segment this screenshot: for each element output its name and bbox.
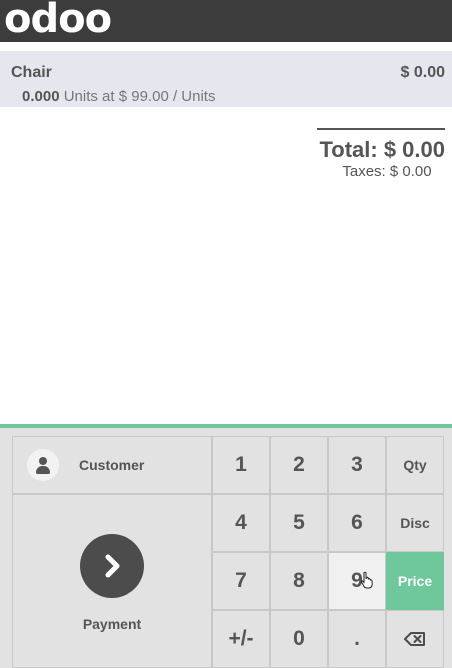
backspace-icon [404, 632, 425, 646]
numpad-key-4[interactable]: 4 [212, 494, 270, 552]
odoo-logo: odoo [4, 0, 112, 42]
line-info: 0.000 Units at $ 99.00 / Units [22, 88, 215, 105]
numpad-key-5[interactable]: 5 [270, 494, 328, 552]
order-summary: Total: $ 0.00 Taxes: $ 0.00 [317, 128, 445, 181]
mode-disc-button[interactable]: Disc [386, 494, 444, 552]
customer-label: Customer [79, 457, 145, 473]
order-total: Total: $ 0.00 [319, 137, 445, 162]
payment-label: Payment [82, 616, 142, 632]
numpad-key-0[interactable]: 0 [270, 610, 328, 668]
summary-divider [317, 128, 445, 130]
order-taxes: Taxes: $ 0.00 [342, 163, 432, 180]
order-container: Chair $ 0.00 0.000 Units at $ 99.00 / Un… [0, 42, 452, 424]
line-quantity: 0.000 [22, 88, 60, 105]
customer-button[interactable]: Customer [12, 436, 212, 494]
numpad-key-1[interactable]: 1 [212, 436, 270, 494]
chevron-right-icon [80, 534, 144, 598]
mode-price-button[interactable]: Price [386, 552, 444, 610]
line-unit-info: Units at $ 99.00 / Units [59, 88, 216, 105]
numpad-key-sign[interactable]: +/- [212, 610, 270, 668]
numpad-key-3[interactable]: 3 [328, 436, 386, 494]
numpad-key-8[interactable]: 8 [270, 552, 328, 610]
numpad-key-2[interactable]: 2 [270, 436, 328, 494]
control-pad: Customer Payment 1 2 3 Qty 4 5 6 Disc 7 … [0, 428, 452, 668]
orderline[interactable]: Chair $ 0.00 0.000 Units at $ 99.00 / Un… [0, 51, 452, 107]
mode-qty-button[interactable]: Qty [386, 436, 444, 494]
product-name: Chair [11, 64, 52, 81]
line-price: $ 0.00 [400, 64, 445, 81]
user-icon [27, 449, 59, 481]
top-bar: odoo [0, 0, 452, 42]
numpad-key-dot[interactable]: . [328, 610, 386, 668]
numpad-key-6[interactable]: 6 [328, 494, 386, 552]
backspace-button[interactable] [386, 610, 444, 668]
numpad-key-9[interactable]: 9 [328, 552, 386, 610]
payment-button[interactable]: Payment [12, 494, 212, 668]
numpad-key-7[interactable]: 7 [212, 552, 270, 610]
